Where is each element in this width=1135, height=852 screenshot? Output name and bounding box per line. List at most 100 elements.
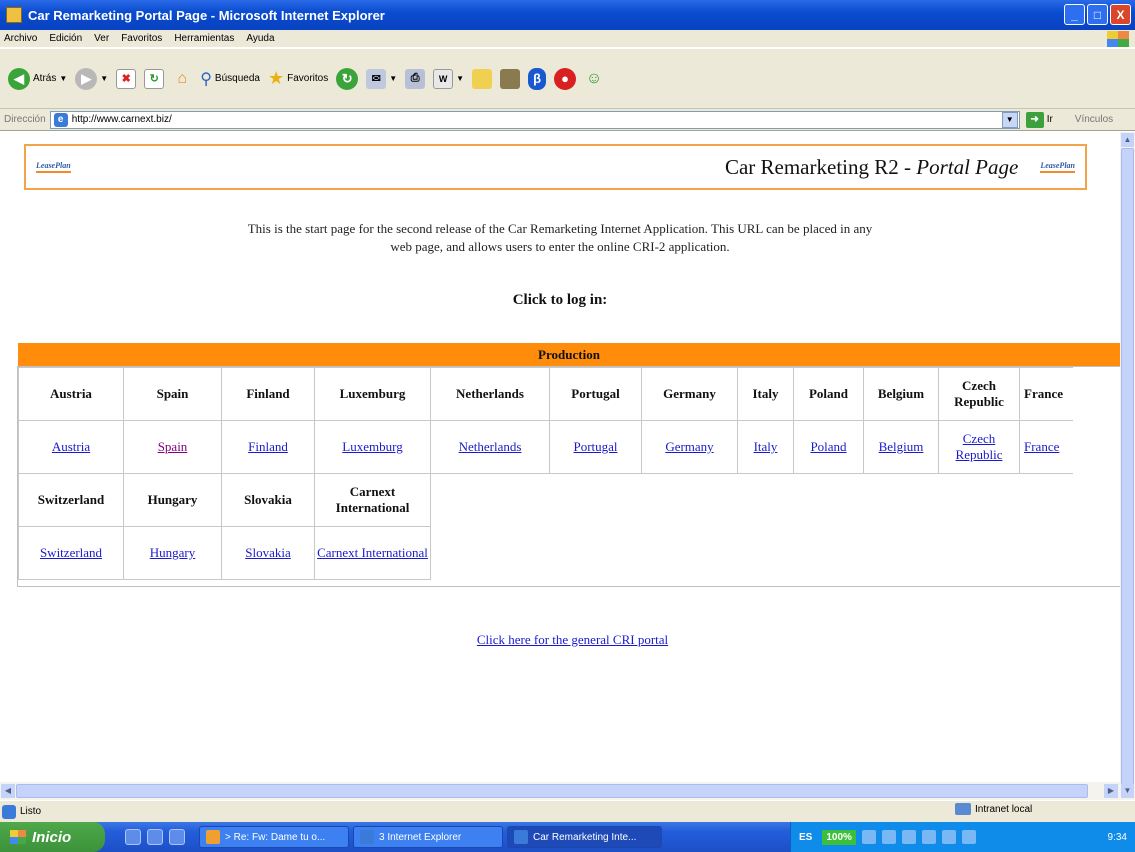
- search-button[interactable]: ⚲ Búsqueda: [200, 69, 260, 89]
- tray-messenger-icon[interactable]: [921, 830, 936, 844]
- history-button[interactable]: ↻: [336, 67, 359, 90]
- task-button-car-remarketing[interactable]: Car Remarketing Inte...: [507, 826, 662, 848]
- mail-button[interactable]: ✉ ▼: [366, 68, 397, 89]
- scroll-right-icon[interactable]: ▶: [1104, 784, 1118, 798]
- window-title-bar[interactable]: Car Remarketing Portal Page - Microsoft …: [0, 0, 1135, 30]
- back-button[interactable]: ◀ Atrás ▼: [8, 67, 68, 90]
- print-button[interactable]: ⎙: [405, 68, 426, 89]
- back-label: Atrás: [33, 73, 57, 84]
- scroll-up-icon[interactable]: ▲: [1121, 133, 1134, 147]
- address-dropdown-button[interactable]: ▼: [1001, 111, 1018, 128]
- folder-button[interactable]: [472, 68, 493, 89]
- quick-launch: [125, 829, 185, 845]
- quick-launch-app-icon[interactable]: [169, 829, 185, 845]
- stop-button[interactable]: ✖: [116, 68, 137, 89]
- menu-ayuda[interactable]: Ayuda: [246, 33, 274, 44]
- chevron-down-icon: ▼: [59, 74, 68, 83]
- tray-security-icon[interactable]: [901, 830, 916, 844]
- page-content: LeasePlan Car Remarketing R2 - Portal Pa…: [0, 132, 1120, 782]
- messenger-button[interactable]: ☺: [584, 69, 604, 89]
- language-indicator[interactable]: ES: [799, 832, 812, 843]
- page-title-italic: Portal Page: [916, 154, 1019, 179]
- task-label: 3 Internet Explorer: [379, 831, 462, 843]
- task-button-email[interactable]: > Re: Fw: Dame tu o...: [199, 826, 349, 848]
- ie-app-icon: [6, 7, 22, 23]
- task-label: Car Remarketing Inte...: [533, 831, 637, 843]
- menu-favoritos[interactable]: Favoritos: [121, 33, 162, 44]
- bluetooth-button[interactable]: β: [528, 67, 547, 90]
- production-header: Production: [18, 343, 1120, 367]
- back-arrow-icon: ◀: [8, 67, 30, 90]
- favorites-label: Favoritos: [287, 73, 329, 84]
- block-button[interactable]: ●: [554, 67, 577, 90]
- forward-button[interactable]: ▶ ▼: [75, 67, 108, 90]
- maximize-button[interactable]: □: [1087, 4, 1108, 25]
- horizontal-scrollbar[interactable]: ◀ ▶: [0, 782, 1120, 800]
- intro-line-2: web page, and allows users to enter the …: [390, 239, 730, 254]
- address-label: Dirección: [4, 114, 46, 125]
- ie-page-icon: e: [53, 112, 68, 127]
- quick-launch-ie-icon[interactable]: [125, 829, 141, 845]
- task-button-ie-group[interactable]: 3 Internet Explorer: [353, 826, 503, 848]
- refresh-button[interactable]: ↻: [144, 68, 165, 89]
- edit-button[interactable]: W ▼: [433, 68, 465, 89]
- vertical-scroll-thumb[interactable]: [1121, 148, 1134, 798]
- research-button[interactable]: [500, 68, 521, 89]
- menu-herramientas[interactable]: Herramientas: [174, 33, 234, 44]
- tray-network-icon[interactable]: [861, 830, 876, 844]
- menu-bar: Archivo Edición Ver Favoritos Herramient…: [0, 30, 1135, 48]
- home-button[interactable]: ⌂: [172, 69, 192, 89]
- window-title: Car Remarketing Portal Page - Microsoft …: [28, 7, 385, 23]
- outlook-icon: [206, 830, 220, 844]
- page-title-prefix: Car Remarketing R2 -: [724, 154, 917, 179]
- minimize-button[interactable]: _: [1064, 4, 1085, 25]
- scroll-down-icon[interactable]: ▼: [1121, 784, 1134, 798]
- task-label: > Re: Fw: Dame tu o...: [225, 831, 326, 843]
- tray-app-icon[interactable]: [961, 830, 976, 844]
- favorites-button[interactable]: ★ Favoritos: [268, 68, 328, 89]
- go-label[interactable]: Ir: [1047, 114, 1053, 125]
- start-button[interactable]: Inicio: [0, 822, 105, 852]
- links-button[interactable]: Vínculos: [1075, 114, 1113, 125]
- windows-flag-icon: [10, 830, 26, 844]
- start-label: Inicio: [32, 828, 72, 846]
- address-bar: Dirección e http://www.carnext.biz/ ▼ ➜ …: [0, 109, 1135, 131]
- system-tray: ES 100% 9:34: [790, 822, 1135, 852]
- general-portal-link-wrap: Click here for the general CRI portal: [0, 632, 1120, 648]
- zone-label: Intranet local: [975, 803, 1033, 815]
- general-cri-portal-link[interactable]: Click here for the general CRI portal: [477, 632, 668, 647]
- portal-header: LeasePlan Car Remarketing R2 - Portal Pa…: [24, 144, 1087, 190]
- chevron-down-icon: ▼: [456, 74, 465, 83]
- go-button[interactable]: ➜: [1025, 111, 1044, 128]
- horizontal-scroll-thumb[interactable]: [16, 784, 1088, 798]
- leaseplan-logo-right: LeasePlan: [1040, 161, 1075, 173]
- security-zone: Intranet local: [955, 803, 1032, 815]
- click-to-login-heading: Click to log in:: [512, 292, 608, 308]
- word-icon: W: [433, 68, 454, 89]
- vertical-scrollbar[interactable]: ▲ ▼: [1120, 132, 1135, 800]
- windows-logo-icon: [1107, 31, 1129, 47]
- ie-icon: [360, 830, 374, 844]
- search-icon: ⚲: [200, 70, 212, 88]
- zoom-indicator[interactable]: 100%: [822, 829, 856, 845]
- toolbar: ◀ Atrás ▼ ▶ ▼ ✖ ↻ ⌂ ⚲ Búsqueda ★ Favorit…: [0, 49, 1135, 109]
- tray-update-icon[interactable]: [941, 830, 956, 844]
- status-bar: Listo Intranet local: [0, 800, 1135, 822]
- ie-icon: [514, 830, 528, 844]
- clock[interactable]: 9:34: [1108, 832, 1127, 843]
- address-input[interactable]: e http://www.carnext.biz/: [49, 110, 1020, 129]
- quick-launch-ie2-icon[interactable]: [147, 829, 163, 845]
- close-button[interactable]: X: [1110, 4, 1131, 25]
- menu-archivo[interactable]: Archivo: [4, 33, 37, 44]
- status-text: Listo: [20, 806, 42, 817]
- forward-arrow-icon: ▶: [75, 67, 98, 90]
- mail-icon: ✉: [366, 68, 387, 89]
- menu-edicion[interactable]: Edición: [49, 33, 82, 44]
- taskbar: Inicio > Re: Fw: Dame tu o... 3 Internet…: [0, 822, 1135, 852]
- menu-ver[interactable]: Ver: [94, 33, 109, 44]
- tray-volume-icon[interactable]: [881, 830, 896, 844]
- scroll-left-icon[interactable]: ◀: [1, 784, 15, 798]
- ie-status-icon: [2, 804, 16, 819]
- address-url: http://www.carnext.biz/: [71, 114, 172, 125]
- intro-line-1: This is the start page for the second re…: [247, 221, 873, 236]
